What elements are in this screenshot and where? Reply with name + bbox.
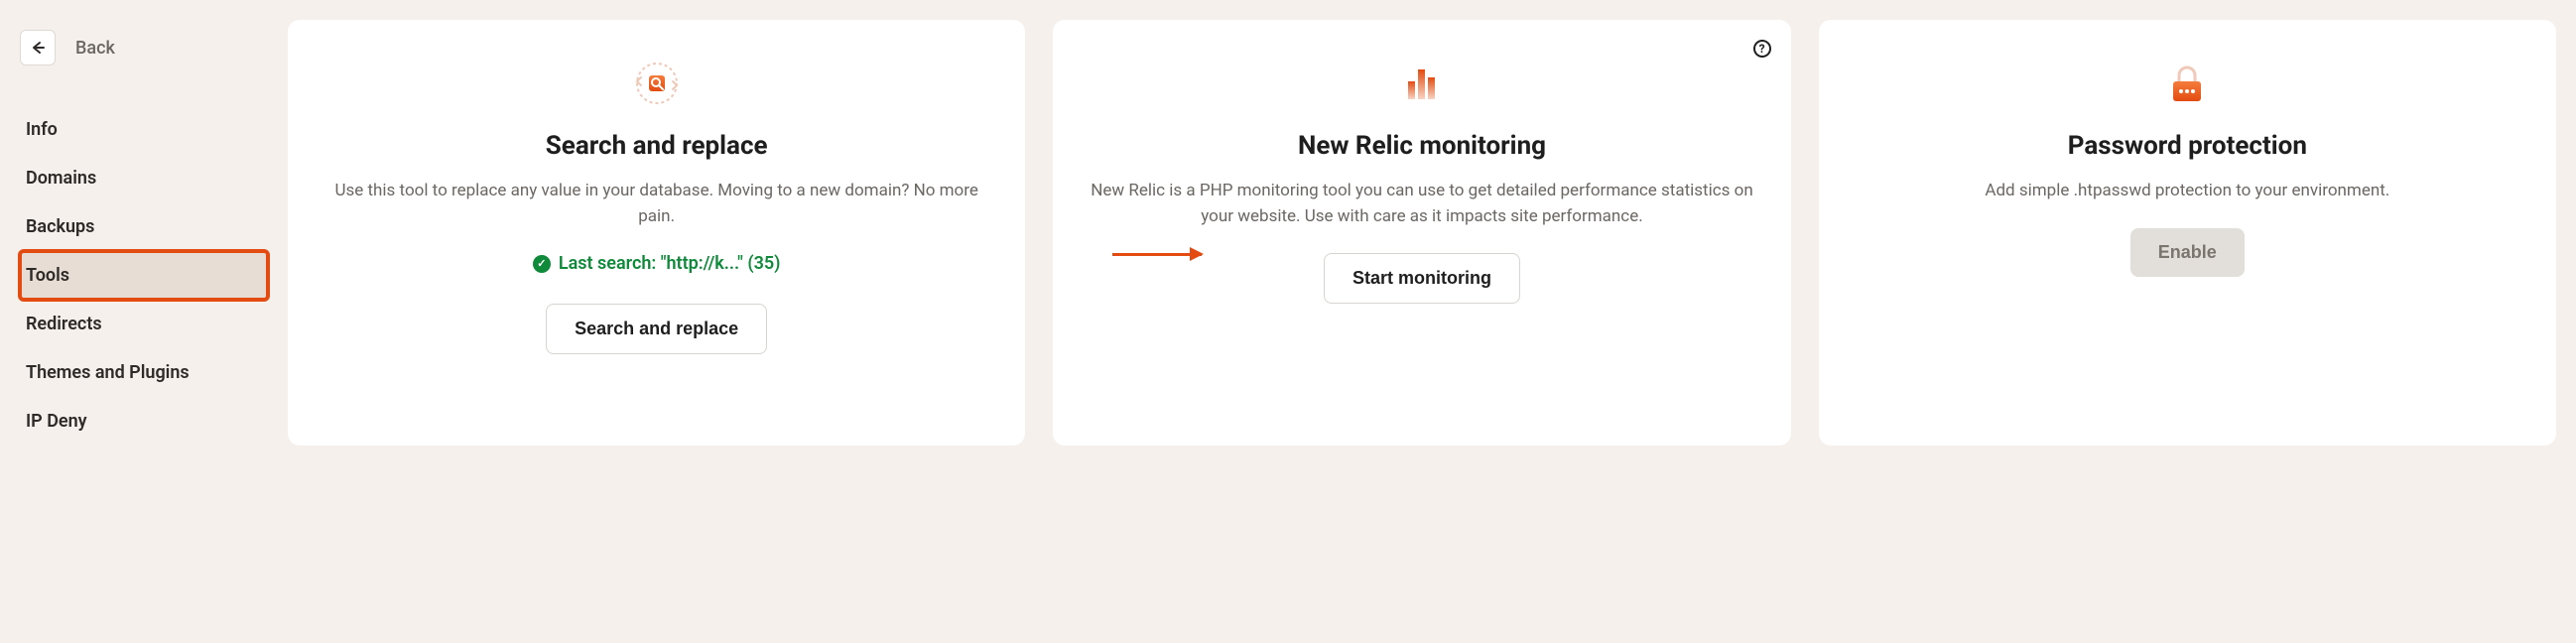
- checkmark-icon: ✓: [533, 255, 551, 273]
- start-monitoring-button[interactable]: Start monitoring: [1324, 253, 1520, 304]
- card-title: New Relic monitoring: [1298, 131, 1546, 161]
- card-title: Search and replace: [546, 131, 768, 161]
- search-replace-icon: [633, 60, 681, 107]
- last-search-text: Last search: "http://k..." (35): [559, 253, 781, 274]
- card-description: New Relic is a PHP monitoring tool you c…: [1083, 179, 1760, 229]
- nav-item-backups[interactable]: Backups: [20, 202, 268, 251]
- sidebar: Back Info Domains Backups Tools Redirect…: [20, 20, 268, 446]
- nav-item-redirects[interactable]: Redirects: [20, 300, 268, 348]
- card-title: Password protection: [2068, 131, 2307, 161]
- nav-list: Info Domains Backups Tools Redirects The…: [20, 105, 268, 446]
- nav-item-tools[interactable]: Tools: [20, 251, 268, 300]
- nav-item-ip-deny[interactable]: IP Deny: [20, 397, 268, 446]
- help-icon[interactable]: ?: [1753, 40, 1771, 58]
- nav-item-themes-plugins[interactable]: Themes and Plugins: [20, 348, 268, 397]
- card-search-replace: Search and replace Use this tool to repl…: [288, 20, 1025, 446]
- nav-item-info[interactable]: Info: [20, 105, 268, 154]
- back-button[interactable]: Back: [20, 20, 268, 75]
- card-description: Use this tool to replace any value in yo…: [318, 179, 995, 229]
- back-label: Back: [75, 38, 115, 59]
- search-replace-button[interactable]: Search and replace: [546, 304, 767, 354]
- card-password-protection: Password protection Add simple .htpasswd…: [1819, 20, 2556, 446]
- card-new-relic: ? New Relic monitoring New Relic is a PH…: [1053, 20, 1790, 446]
- arrow-annotation-icon: [1112, 253, 1202, 256]
- enable-button[interactable]: Enable: [2130, 228, 2245, 277]
- cards-container: Search and replace Use this tool to repl…: [288, 20, 2556, 446]
- last-search-status: ✓ Last search: "http://k..." (35): [533, 253, 781, 274]
- lock-icon: [2163, 60, 2211, 107]
- card-description: Add simple .htpasswd protection to your …: [1985, 179, 2389, 204]
- back-arrow-icon: [20, 30, 56, 65]
- nav-item-domains[interactable]: Domains: [20, 154, 268, 202]
- bar-chart-icon: [1398, 60, 1446, 107]
